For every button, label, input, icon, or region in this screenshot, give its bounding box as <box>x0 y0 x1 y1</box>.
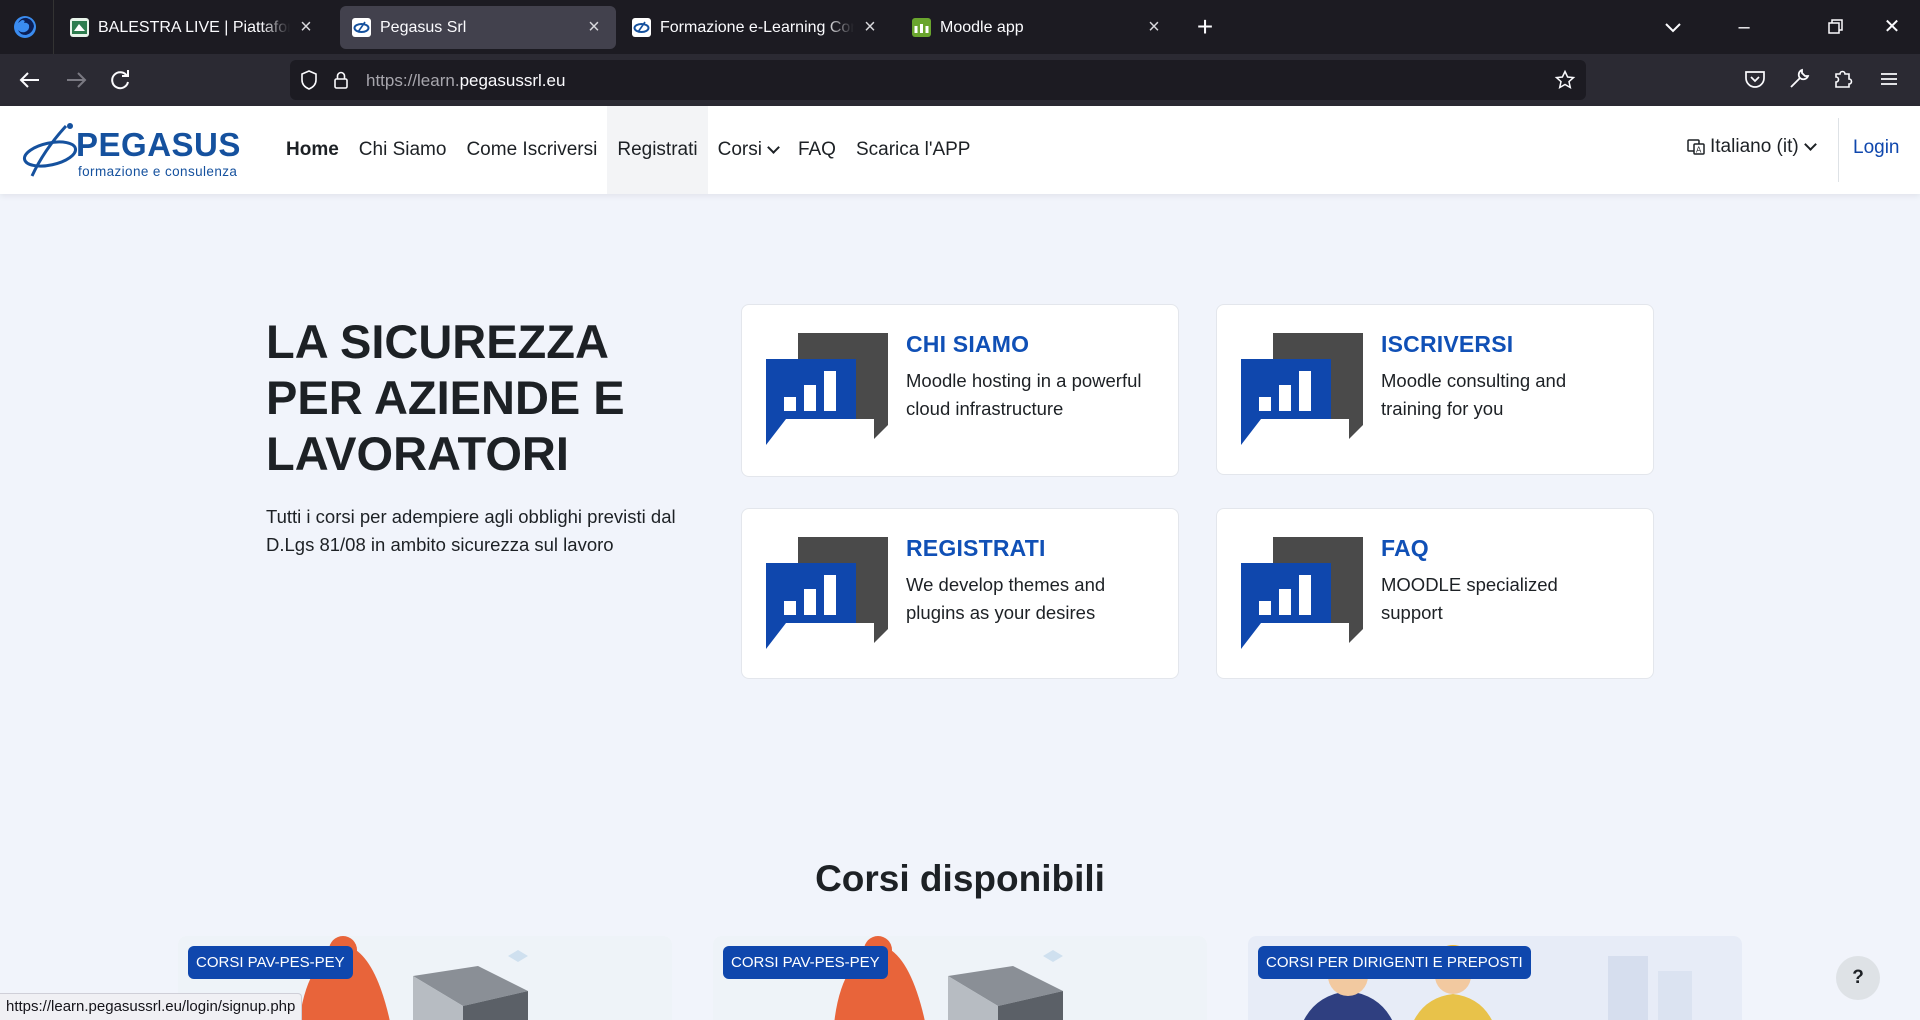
tab-title: Pegasus Srl <box>380 18 467 36</box>
menu-item-faq[interactable]: FAQ <box>788 106 846 194</box>
logo-wordmark: PEGASUS <box>76 126 241 163</box>
browser-nav-bar: https://learn.pegasussrl.eu <box>0 54 1920 106</box>
site-header: PEGASUS formazione e consulenza Home Chi… <box>0 106 1920 194</box>
chart-chat-icon <box>766 537 888 649</box>
firefox-icon[interactable] <box>12 14 38 40</box>
close-tab-icon[interactable]: × <box>296 16 316 39</box>
tab-title: Formazione e-Learning Corsi Sicurezza <box>660 18 854 36</box>
chevron-down-icon <box>767 141 780 154</box>
tab-separator <box>53 0 54 54</box>
chart-chat-icon <box>766 333 888 445</box>
back-arrow-icon[interactable] <box>14 64 46 96</box>
login-link[interactable]: Login <box>1853 137 1900 159</box>
balestra-favicon-icon <box>70 18 89 37</box>
course-category-badge: CORSI PER DIRIGENTI E PREPOSTI <box>1258 946 1531 979</box>
header-divider <box>1838 118 1839 182</box>
link-status-bar: https://learn.pegasussrl.eu/login/signup… <box>0 993 303 1020</box>
reload-icon[interactable] <box>104 64 136 96</box>
tab-balestra[interactable]: BALESTRA LIVE | Piattaforma e-Learning × <box>58 6 328 49</box>
lock-icon[interactable] <box>330 69 352 91</box>
url-bar[interactable]: https://learn.pegasussrl.eu <box>290 60 1586 100</box>
pegasus-logo[interactable]: PEGASUS formazione e consulenza <box>20 120 244 182</box>
chart-chat-icon <box>1241 333 1363 445</box>
card-title: CHI SIAMO <box>906 331 1030 357</box>
menu-item-registrati[interactable]: Registrati <box>607 106 708 194</box>
minimize-window-icon[interactable]: – <box>1724 12 1764 42</box>
menu-item-corsi[interactable]: Corsi <box>708 106 788 194</box>
hamburger-menu-icon[interactable] <box>1876 66 1902 92</box>
card-text: We develop themes and plugins as your de… <box>906 574 1106 623</box>
course-card[interactable]: CORSI PAV-PES-PEY <box>713 936 1207 1020</box>
url-prefix: https://learn. <box>366 71 460 90</box>
card-text: Moodle hosting in a powerful cloud infra… <box>906 370 1142 419</box>
feature-card-iscriversi[interactable]: ISCRIVERSI Moodle consulting and trainin… <box>1216 304 1654 475</box>
pegasus-favicon-icon <box>352 18 371 37</box>
close-tab-icon[interactable]: × <box>1144 16 1164 39</box>
url-domain: pegasussrl.eu <box>459 71 566 90</box>
hero-title: LA SICUREZZA PER AZIENDE E LAVORATORI <box>266 315 625 480</box>
menu-item-label: Corsi <box>717 139 762 160</box>
main-menu: Home Chi Siamo Come Iscriversi Registrat… <box>276 106 980 194</box>
language-label: Italiano ‎(it)‎ <box>1710 136 1799 157</box>
wrench-icon[interactable] <box>1786 66 1812 92</box>
feature-card-chi-siamo[interactable]: CHI SIAMO Moodle hosting in a powerful c… <box>741 304 1179 477</box>
card-title: ISCRIVERSI <box>1381 331 1514 357</box>
tab-formazione[interactable]: Formazione e-Learning Corsi Sicurezza × <box>620 6 892 49</box>
menu-item-come-iscriversi[interactable]: Come Iscriversi <box>456 106 607 194</box>
language-selector[interactable]: A Italiano ‎(it)‎ <box>1686 136 1817 158</box>
course-category-badge: CORSI PAV-PES-PEY <box>723 946 888 979</box>
tab-pegasus[interactable]: Pegasus Srl × <box>340 6 616 49</box>
card-title: FAQ <box>1381 535 1429 561</box>
pocket-icon[interactable] <box>1742 66 1768 92</box>
moodle-favicon-icon <box>912 18 931 37</box>
tab-title: BALESTRA LIVE | Piattaforma e-Learning <box>98 18 290 36</box>
card-text: MOODLE specialized support <box>1381 574 1558 623</box>
menu-item-scarica-app[interactable]: Scarica l'APP <box>846 106 981 194</box>
tab-moodle-app[interactable]: Moodle app × <box>900 6 1176 49</box>
chart-chat-icon <box>1241 537 1363 649</box>
restore-window-icon[interactable] <box>1814 12 1854 42</box>
forward-arrow-icon[interactable] <box>60 64 92 96</box>
tab-title: Moodle app <box>940 18 1024 36</box>
pegasus-swoosh-icon <box>22 123 78 177</box>
new-tab-icon[interactable]: + <box>1188 10 1222 44</box>
courses-section-title: Corsi disponibili <box>815 858 1105 899</box>
menu-item-home[interactable]: Home <box>276 106 349 194</box>
shield-icon[interactable] <box>298 69 320 91</box>
menu-item-chi-siamo[interactable]: Chi Siamo <box>349 106 457 194</box>
logo-tagline: formazione e consulenza <box>78 164 238 179</box>
language-icon: A <box>1687 139 1705 155</box>
course-category-badge: CORSI PAV-PES-PEY <box>188 946 353 979</box>
feature-card-registrati[interactable]: REGISTRATI We develop themes and plugins… <box>741 508 1179 679</box>
chevron-down-icon <box>1803 138 1817 151</box>
svg-text:A: A <box>1696 146 1702 155</box>
bookmark-star-icon[interactable] <box>1554 69 1576 91</box>
help-button[interactable]: ? <box>1836 956 1880 1000</box>
url-text[interactable]: https://learn.pegasussrl.eu <box>366 71 565 91</box>
close-tab-icon[interactable]: × <box>860 16 880 39</box>
card-text: Moodle consulting and training for you <box>1381 370 1567 419</box>
pegasus-favicon-icon <box>632 18 651 37</box>
extensions-icon[interactable] <box>1830 66 1856 92</box>
card-title: REGISTRATI <box>906 535 1046 561</box>
close-tab-icon[interactable]: × <box>584 16 604 39</box>
feature-card-faq[interactable]: FAQ MOODLE specialized support <box>1216 508 1654 679</box>
browser-tab-bar: BALESTRA LIVE | Piattaforma e-Learning ×… <box>0 0 1920 54</box>
close-window-icon[interactable]: ✕ <box>1872 12 1912 42</box>
tab-list-chevron-icon[interactable] <box>1656 14 1690 42</box>
course-card[interactable]: CORSI PER DIRIGENTI E PREPOSTI <box>1248 936 1742 1020</box>
hero-description: Tutti i corsi per adempiere agli obbligh… <box>266 506 676 555</box>
